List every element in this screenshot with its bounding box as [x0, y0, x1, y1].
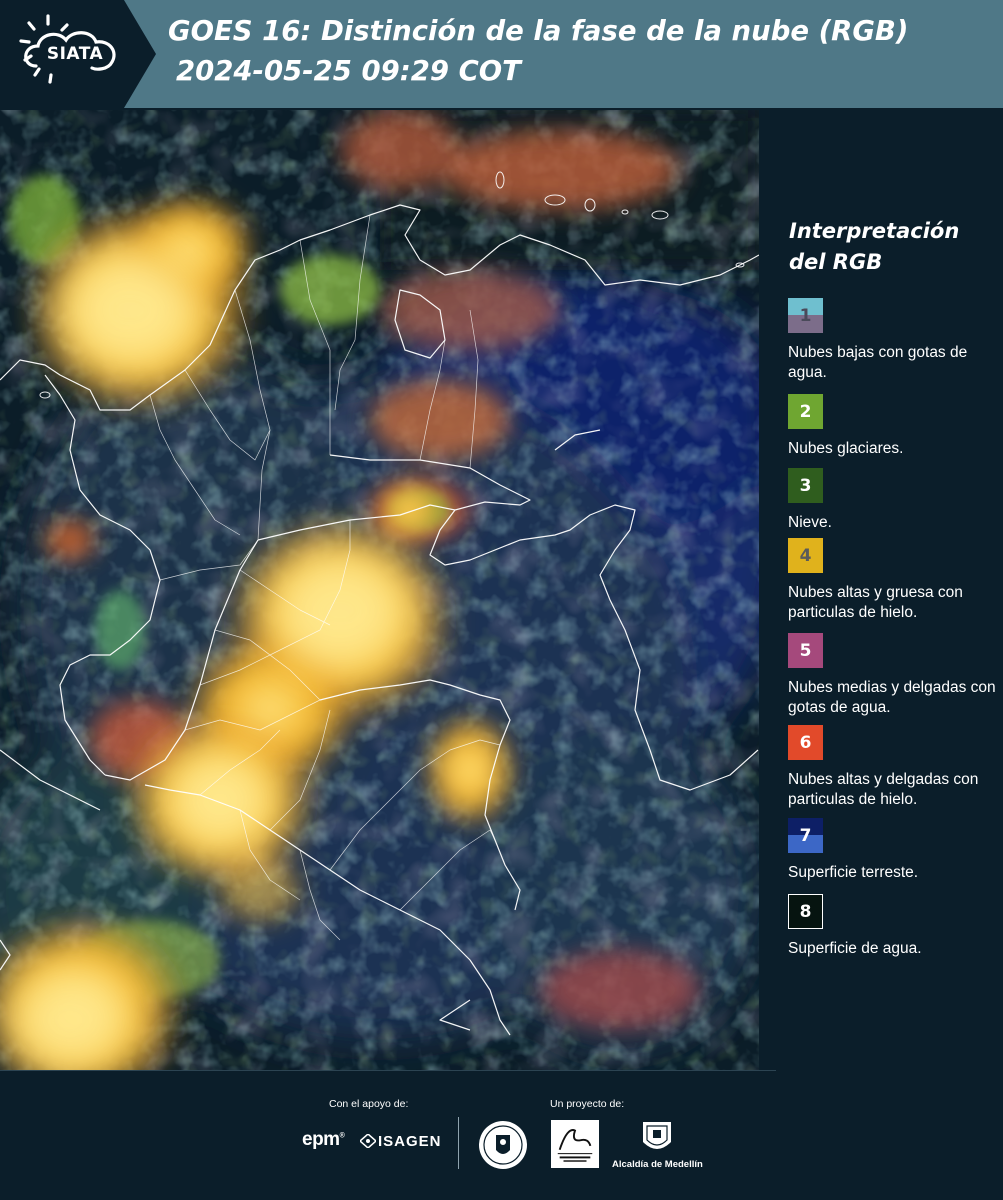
page-timestamp: 2024-05-25 09:29 COT: [176, 55, 521, 87]
legend-swatch-2: 2: [788, 394, 823, 429]
legend-label: Nubes glaciares.: [788, 440, 904, 457]
logo-text: SIATA: [46, 44, 104, 64]
siata-logo[interactable]: SIATA: [0, 0, 158, 108]
legend-label: Superficie terreste.: [788, 864, 919, 881]
legend-number: 1: [799, 305, 812, 326]
satellite-map[interactable]: [0, 110, 759, 1070]
legend-swatch-7: 7: [788, 818, 823, 853]
legend-swatch-3: 3: [788, 468, 823, 503]
legend-label: Nubes medias y delgadas con gotas de agu…: [788, 679, 996, 716]
legend-number: 8: [799, 901, 812, 922]
legend-number: 4: [799, 545, 812, 566]
legend-label: Nubes bajas con gotas de agua.: [788, 344, 968, 381]
epm-logo-text: epm: [302, 1129, 340, 1150]
footer-divider: [458, 1117, 459, 1169]
legend-swatch-6: 6: [788, 725, 823, 760]
legend-title: Interpretación del RGB: [789, 219, 960, 274]
legend-panel: Interpretación del RGB 1 Nubes bajas con…: [760, 110, 1003, 1070]
legend-swatch-5: 5: [788, 633, 823, 668]
footer-divider-top: [0, 1070, 776, 1071]
legend-label: Nubes altas y gruesa con particulas de h…: [788, 584, 963, 621]
page-title: GOES 16: Distinción de la fase de la nub…: [168, 15, 909, 47]
legend-swatch-1: 1: [788, 298, 823, 333]
area-metropolitana-logo[interactable]: [551, 1120, 599, 1168]
satellite-image: [0, 110, 759, 1070]
isagen-logo-text: ISAGEN: [378, 1133, 442, 1150]
header-band: SIATA GOES 16: Distinción de la fase de …: [0, 0, 1003, 108]
legend-swatch-4: 4: [788, 538, 823, 573]
footer: Con el apoyo de: Un proyecto de: epm® IS…: [0, 1070, 1003, 1200]
legend-number: 7: [799, 825, 812, 846]
project-label: Un proyecto de:: [550, 1098, 625, 1110]
legend-number: 6: [799, 732, 812, 753]
legend-number: 2: [799, 401, 812, 422]
support-label: Con el apoyo de:: [329, 1098, 409, 1110]
legend-label: Nieve.: [788, 514, 832, 531]
legend-label: Nubes altas y delgadas con particulas de…: [788, 771, 979, 808]
legend-label: Superficie de agua.: [788, 940, 922, 957]
isagen-logo[interactable]: ISAGEN: [360, 1133, 442, 1150]
alcaldia-label: Alcaldía de Medellín: [612, 1159, 703, 1170]
legend-number: 5: [799, 640, 812, 661]
legend-swatch-8: 8: [788, 894, 823, 929]
epm-logo[interactable]: epm®: [302, 1129, 345, 1151]
legend-number: 3: [799, 475, 812, 496]
alcaldia-shield-icon[interactable]: [640, 1120, 674, 1156]
isagen-mark-icon: [360, 1134, 376, 1148]
university-seal-icon[interactable]: [478, 1120, 528, 1170]
